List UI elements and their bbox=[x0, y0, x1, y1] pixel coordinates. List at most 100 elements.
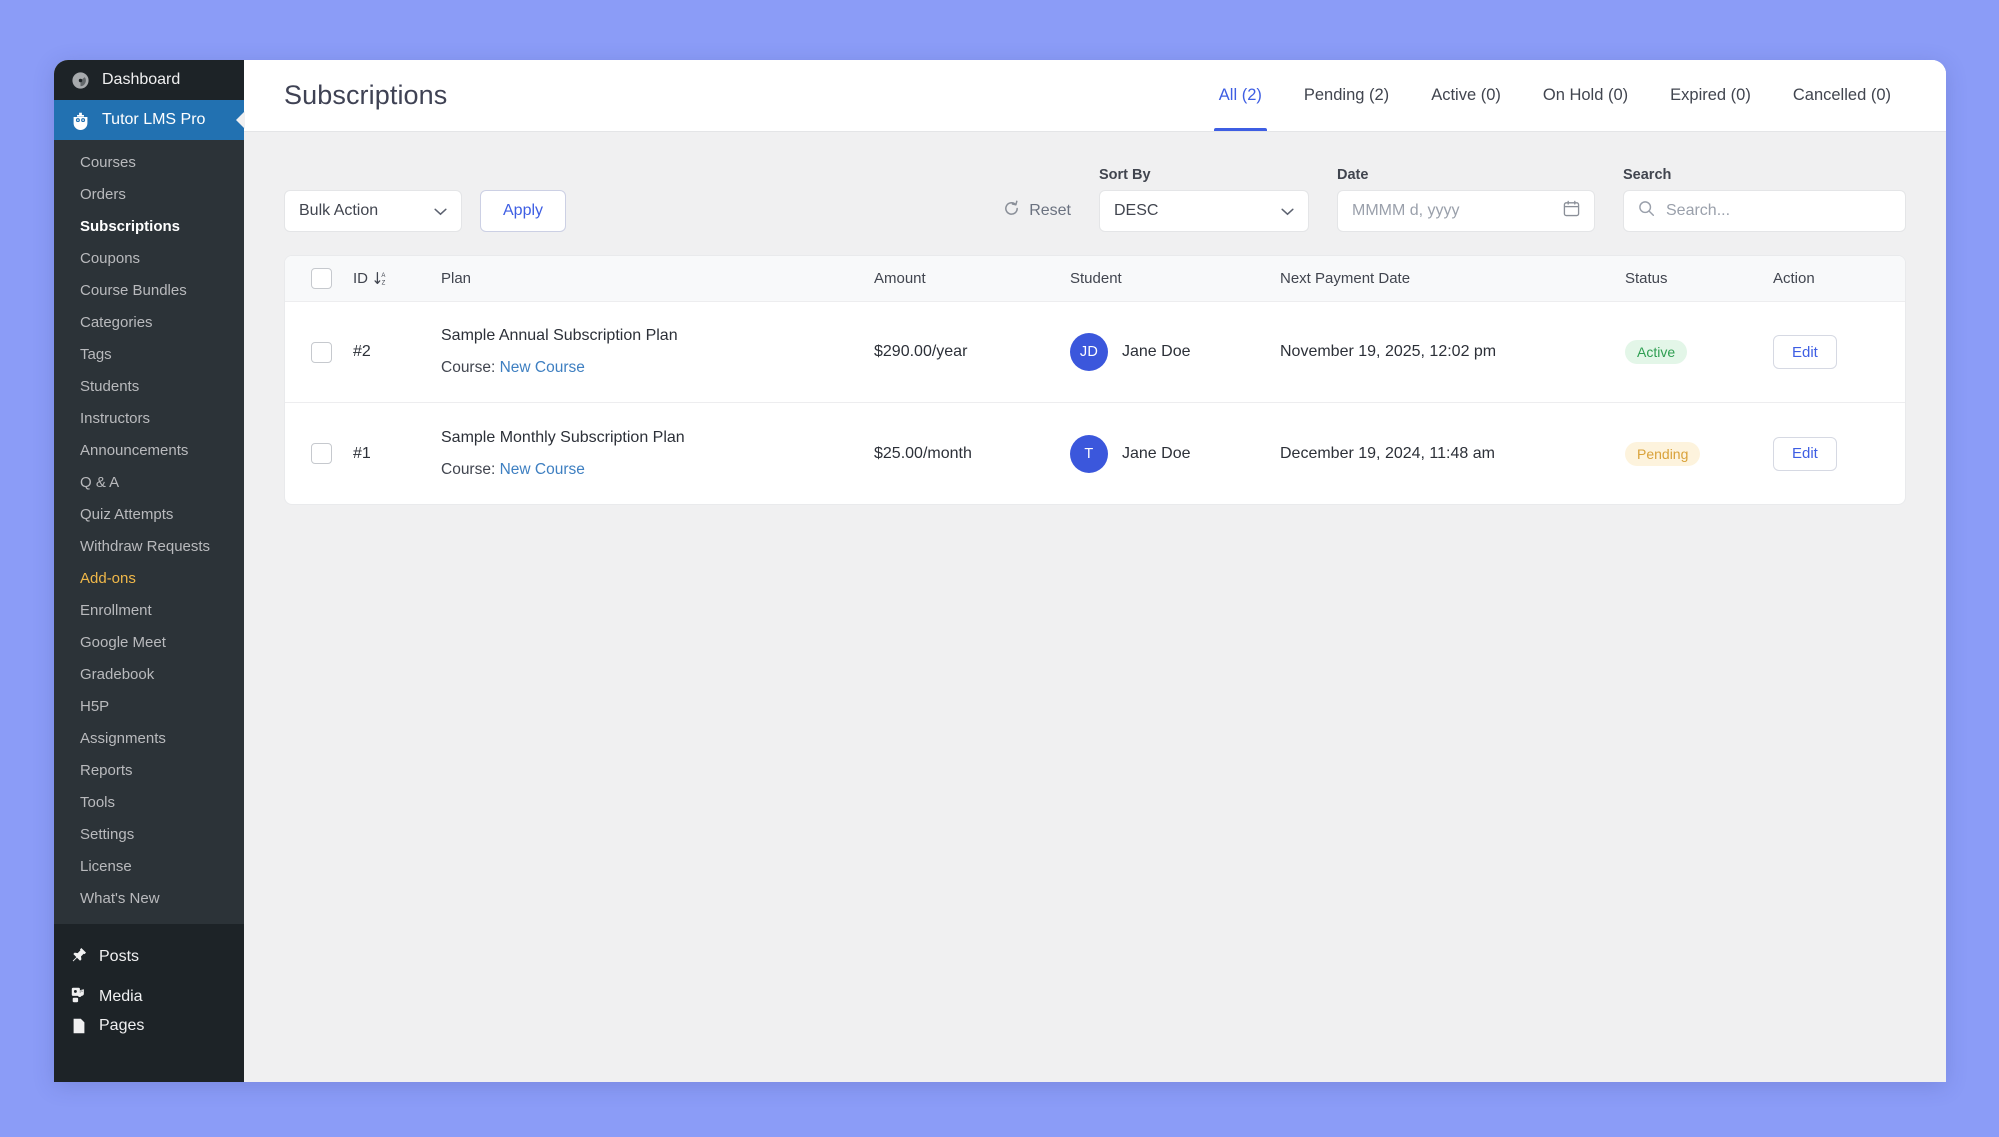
sidebar-subitem-gradebook[interactable]: Gradebook bbox=[54, 659, 244, 691]
row-id: #2 bbox=[353, 343, 441, 361]
date-placeholder: MMMM d, yyyy bbox=[1352, 202, 1460, 220]
sidebar-item-pages-label: Pages bbox=[99, 1017, 144, 1035]
sidebar-item-tutor-lms-pro[interactable]: Tutor LMS Pro bbox=[54, 100, 244, 140]
reset-icon bbox=[1003, 200, 1020, 222]
sidebar-subitem-license[interactable]: License bbox=[54, 851, 244, 883]
sort-by-group: Sort By DESC bbox=[1099, 167, 1309, 232]
sidebar-item-dashboard[interactable]: Dashboard bbox=[54, 60, 244, 100]
sidebar-subitem-google-meet[interactable]: Google Meet bbox=[54, 627, 244, 659]
select-all-checkbox[interactable] bbox=[311, 268, 332, 289]
row-course-link[interactable]: New Course bbox=[500, 359, 585, 376]
row-amount: $25.00/month bbox=[874, 445, 1070, 463]
apply-button[interactable]: Apply bbox=[480, 190, 566, 232]
sidebar-subitem-tags[interactable]: Tags bbox=[54, 339, 244, 371]
sidebar-subitem-reports[interactable]: Reports bbox=[54, 755, 244, 787]
sidebar-subitem-coupons[interactable]: Coupons bbox=[54, 243, 244, 275]
sidebar-subitem-course-bundles[interactable]: Course Bundles bbox=[54, 275, 244, 307]
row-checkbox[interactable] bbox=[311, 342, 332, 363]
tab-cancelled[interactable]: Cancelled (0) bbox=[1772, 60, 1912, 131]
tab-all[interactable]: All (2) bbox=[1198, 60, 1283, 131]
sort-by-select[interactable]: DESC bbox=[1099, 190, 1309, 232]
edit-button[interactable]: Edit bbox=[1773, 437, 1837, 471]
sidebar-subitem-h5p[interactable]: H5P bbox=[54, 691, 244, 723]
avatar: JD bbox=[1070, 333, 1108, 371]
search-input[interactable]: Search... bbox=[1623, 190, 1906, 232]
row-status-cell: Pending bbox=[1625, 442, 1773, 466]
column-header-action: Action bbox=[1773, 270, 1905, 287]
tab-on-hold[interactable]: On Hold (0) bbox=[1522, 60, 1649, 131]
pin-icon bbox=[70, 946, 88, 969]
sidebar-subitem-instructors[interactable]: Instructors bbox=[54, 403, 244, 435]
sidebar-subitem-courses[interactable]: Courses bbox=[54, 147, 244, 179]
row-student-name: Jane Doe bbox=[1122, 445, 1191, 463]
reset-button[interactable]: Reset bbox=[1003, 190, 1099, 232]
row-checkbox[interactable] bbox=[311, 443, 332, 464]
row-action-cell: Edit bbox=[1773, 335, 1905, 369]
column-header-next-payment-date: Next Payment Date bbox=[1280, 270, 1625, 287]
sidebar-subitem-enrollment[interactable]: Enrollment bbox=[54, 595, 244, 627]
column-header-amount: Amount bbox=[874, 270, 1070, 287]
subscriptions-table: ID A Z Plan Amount Student Next Payment … bbox=[284, 255, 1906, 505]
row-plan-cell: Sample Annual Subscription Plan Course: … bbox=[441, 327, 874, 377]
row-course-prefix: Course: bbox=[441, 461, 495, 478]
svg-text:A: A bbox=[381, 273, 385, 279]
sidebar-subitem-tools[interactable]: Tools bbox=[54, 787, 244, 819]
sidebar-item-posts[interactable]: Posts bbox=[54, 937, 244, 977]
edit-button[interactable]: Edit bbox=[1773, 335, 1837, 369]
sidebar-subitem-announcements[interactable]: Announcements bbox=[54, 435, 244, 467]
pages-icon bbox=[70, 1017, 88, 1040]
column-header-status: Status bbox=[1625, 270, 1773, 287]
status-tabs: All (2) Pending (2) Active (0) On Hold (… bbox=[1198, 60, 1912, 131]
search-group: Search Search... bbox=[1623, 167, 1906, 232]
reset-label: Reset bbox=[1029, 202, 1071, 220]
sidebar: Dashboard Tutor LMS Pro Courses Orders S… bbox=[54, 60, 244, 1082]
filter-toolbar: Bulk Action Apply Reset Sort By bbox=[284, 168, 1906, 232]
date-input[interactable]: MMMM d, yyyy bbox=[1337, 190, 1595, 232]
search-label: Search bbox=[1623, 167, 1906, 183]
sidebar-divider bbox=[54, 924, 244, 937]
column-header-id[interactable]: ID A Z bbox=[353, 270, 441, 287]
sidebar-subitem-quiz-attempts[interactable]: Quiz Attempts bbox=[54, 499, 244, 531]
tab-pending[interactable]: Pending (2) bbox=[1283, 60, 1410, 131]
row-status-cell: Active bbox=[1625, 340, 1773, 364]
sidebar-item-pages[interactable]: Pages bbox=[54, 1017, 244, 1043]
sort-by-label: Sort By bbox=[1099, 167, 1309, 183]
sidebar-subitem-orders[interactable]: Orders bbox=[54, 179, 244, 211]
sort-az-icon: A Z bbox=[374, 271, 388, 286]
sidebar-subitem-withdraw-requests[interactable]: Withdraw Requests bbox=[54, 531, 244, 563]
sidebar-subitem-categories[interactable]: Categories bbox=[54, 307, 244, 339]
tutor-owl-icon bbox=[70, 110, 91, 131]
sidebar-subitem-settings[interactable]: Settings bbox=[54, 819, 244, 851]
sidebar-subitem-students[interactable]: Students bbox=[54, 371, 244, 403]
sidebar-submenu: Courses Orders Subscriptions Coupons Cou… bbox=[54, 140, 244, 924]
tab-active[interactable]: Active (0) bbox=[1410, 60, 1522, 131]
row-plan-name: Sample Monthly Subscription Plan bbox=[441, 429, 860, 447]
sidebar-subitem-subscriptions[interactable]: Subscriptions bbox=[54, 211, 244, 243]
main-area: Subscriptions All (2) Pending (2) Active… bbox=[244, 60, 1946, 1082]
bulk-action-select[interactable]: Bulk Action bbox=[284, 190, 462, 232]
status-badge: Pending bbox=[1625, 442, 1700, 466]
sidebar-item-media[interactable]: Media bbox=[54, 977, 244, 1017]
page-topbar: Subscriptions All (2) Pending (2) Active… bbox=[244, 60, 1946, 132]
sidebar-subitem-whats-new[interactable]: What's New bbox=[54, 883, 244, 915]
column-header-plan: Plan bbox=[441, 270, 874, 287]
table-row: #1 Sample Monthly Subscription Plan Cour… bbox=[285, 403, 1905, 504]
app-window: Dashboard Tutor LMS Pro Courses Orders S… bbox=[54, 60, 1946, 1082]
row-student-cell: T Jane Doe bbox=[1070, 435, 1280, 473]
media-icon bbox=[70, 986, 88, 1009]
date-label: Date bbox=[1337, 167, 1595, 183]
row-next-payment-date: December 19, 2024, 11:48 am bbox=[1280, 445, 1625, 463]
select-all-cell bbox=[285, 268, 353, 289]
page-title: Subscriptions bbox=[284, 80, 447, 111]
sidebar-subitem-assignments[interactable]: Assignments bbox=[54, 723, 244, 755]
sidebar-subitem-q-and-a[interactable]: Q & A bbox=[54, 467, 244, 499]
bulk-action-value: Bulk Action bbox=[299, 202, 378, 220]
row-course-link[interactable]: New Course bbox=[500, 461, 585, 478]
column-header-student: Student bbox=[1070, 270, 1280, 287]
tab-expired[interactable]: Expired (0) bbox=[1649, 60, 1772, 131]
sidebar-subitem-add-ons[interactable]: Add-ons bbox=[54, 563, 244, 595]
dashboard-icon bbox=[70, 70, 91, 91]
column-header-id-label: ID bbox=[353, 270, 368, 287]
row-course-prefix: Course: bbox=[441, 359, 495, 376]
row-select-cell bbox=[285, 443, 353, 464]
